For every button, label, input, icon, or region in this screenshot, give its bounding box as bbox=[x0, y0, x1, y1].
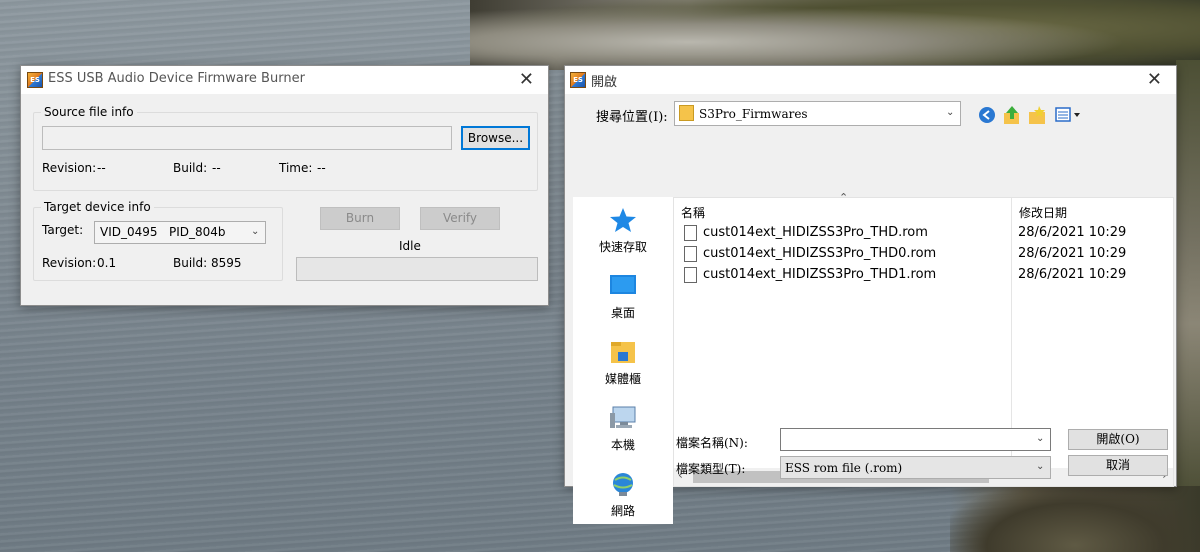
time-label: Time: bbox=[279, 161, 313, 175]
filetype-select[interactable]: ESS rom file (.rom) ⌄ bbox=[780, 456, 1051, 479]
source-group-label: Source file info bbox=[41, 105, 137, 119]
file-name: cust014ext_HIDIZSS3Pro_THD.rom bbox=[703, 225, 928, 240]
burn-button[interactable]: Burn bbox=[320, 207, 400, 230]
place-label: 桌面 bbox=[610, 306, 635, 320]
burner-title: ESS USB Audio Device Firmware Burner bbox=[48, 71, 305, 86]
filename-input[interactable]: ⌄ bbox=[780, 428, 1051, 451]
target-group-label: Target device info bbox=[41, 200, 154, 214]
open-dialog-app-icon: ES bbox=[570, 72, 586, 88]
network-icon bbox=[613, 473, 633, 496]
filename-label: 檔案名稱(N): bbox=[676, 436, 748, 450]
open-dialog-titlebar[interactable]: ES 開啟 ✕ bbox=[565, 66, 1176, 94]
device-build-value: 8595 bbox=[211, 256, 242, 270]
places-bar: 快速存取 桌面 媒體櫃 本機 網路 bbox=[573, 197, 673, 524]
chevron-down-icon: ⌄ bbox=[1036, 433, 1045, 444]
place-quick-access[interactable]: 快速存取 bbox=[573, 207, 673, 255]
place-libraries[interactable]: 媒體櫃 bbox=[573, 339, 673, 387]
file-row[interactable]: cust014ext_HIDIZSS3Pro_THD0.rom 28/6/202… bbox=[674, 244, 1173, 265]
build-value: -- bbox=[212, 161, 221, 175]
file-date: 28/6/2021 10:29 bbox=[1018, 225, 1127, 240]
view-menu-icon[interactable] bbox=[1055, 107, 1083, 123]
column-header-date[interactable]: 修改日期 bbox=[1019, 204, 1067, 221]
device-revision-label: Revision: bbox=[42, 256, 97, 270]
file-name: cust014ext_HIDIZSS3Pro_THD1.rom bbox=[703, 267, 937, 282]
place-label: 網路 bbox=[610, 504, 635, 518]
chevron-down-icon: ⌄ bbox=[946, 107, 955, 118]
place-network[interactable]: 網路 bbox=[573, 471, 673, 519]
target-device-select[interactable]: VID_0495 PID_804b ⌄ bbox=[94, 221, 266, 244]
look-in-label: 搜尋位置(I): bbox=[596, 110, 668, 125]
file-row[interactable]: cust014ext_HIDIZSS3Pro_THD.rom 28/6/2021… bbox=[674, 223, 1173, 244]
back-icon[interactable] bbox=[978, 106, 996, 124]
file-row[interactable]: cust014ext_HIDIZSS3Pro_THD1.rom 28/6/202… bbox=[674, 265, 1173, 286]
firmware-burner-window: ES ESS USB Audio Device Firmware Burner … bbox=[20, 65, 549, 306]
filetype-label: 檔案類型(T): bbox=[676, 462, 746, 476]
burn-progress-bar bbox=[296, 257, 538, 281]
file-name: cust014ext_HIDIZSS3Pro_THD0.rom bbox=[703, 246, 937, 261]
place-label: 快速存取 bbox=[598, 240, 647, 254]
chevron-down-icon: ⌄ bbox=[251, 226, 260, 237]
quick-access-star-icon bbox=[610, 208, 636, 232]
browse-button[interactable]: Browse... bbox=[461, 126, 530, 150]
sort-up-icon: ⌃ bbox=[839, 191, 849, 204]
place-this-pc[interactable]: 本機 bbox=[573, 405, 673, 453]
open-dialog-title: 開啟 bbox=[591, 75, 618, 90]
folder-icon bbox=[679, 105, 694, 121]
libraries-icon bbox=[611, 342, 635, 363]
file-icon bbox=[684, 267, 697, 283]
cliff-wallpaper-right bbox=[1176, 60, 1200, 500]
place-label: 本機 bbox=[610, 438, 635, 452]
build-label: Build: bbox=[173, 161, 208, 175]
place-desktop[interactable]: 桌面 bbox=[573, 273, 673, 321]
revision-label: Revision: bbox=[42, 161, 97, 175]
status-text: Idle bbox=[399, 239, 421, 253]
up-folder-icon[interactable] bbox=[1003, 105, 1021, 125]
file-date: 28/6/2021 10:29 bbox=[1018, 267, 1127, 282]
target-label: Target: bbox=[42, 223, 84, 237]
target-device-value: VID_0495 PID_804b bbox=[100, 225, 226, 239]
source-file-info-group: Source file info Browse... Revision: -- … bbox=[33, 105, 538, 191]
filetype-value: ESS rom file (.rom) bbox=[785, 461, 903, 475]
revision-value: -- bbox=[97, 161, 106, 175]
file-icon bbox=[684, 225, 697, 241]
cliff-wallpaper-bottom bbox=[950, 486, 1200, 552]
device-build-label: Build: bbox=[173, 256, 208, 270]
file-icon bbox=[684, 246, 697, 262]
cliff-wallpaper-top bbox=[470, 0, 1200, 70]
device-revision-value: 0.1 bbox=[97, 256, 117, 270]
time-value: -- bbox=[317, 161, 326, 175]
file-date: 28/6/2021 10:29 bbox=[1018, 246, 1127, 261]
target-device-info-group: Target device info Target: VID_0495 PID_… bbox=[33, 200, 283, 281]
verify-button[interactable]: Verify bbox=[420, 207, 500, 230]
column-header-name[interactable]: 名稱 bbox=[681, 204, 705, 221]
source-path-field[interactable] bbox=[42, 126, 452, 150]
cancel-button[interactable]: 取消 bbox=[1068, 455, 1168, 476]
open-file-dialog: ES 開啟 ✕ 搜尋位置(I): S3Pro_Firmwares ⌄ 快速存取 bbox=[564, 65, 1177, 524]
burner-close-button[interactable]: ✕ bbox=[519, 69, 534, 90]
chevron-down-icon: ⌄ bbox=[1036, 461, 1045, 472]
look-in-combo[interactable]: S3Pro_Firmwares ⌄ bbox=[674, 101, 961, 126]
burner-titlebar[interactable]: ES ESS USB Audio Device Firmware Burner … bbox=[21, 66, 548, 94]
place-label: 媒體櫃 bbox=[604, 372, 641, 386]
new-folder-icon[interactable] bbox=[1028, 105, 1046, 125]
burner-app-icon: ES bbox=[27, 72, 43, 88]
open-dialog-close-button[interactable]: ✕ bbox=[1147, 69, 1162, 90]
desktop-icon bbox=[610, 275, 636, 294]
open-button[interactable]: 開啟(O) bbox=[1068, 429, 1168, 450]
this-pc-icon bbox=[610, 406, 636, 428]
look-in-value: S3Pro_Firmwares bbox=[699, 107, 808, 121]
